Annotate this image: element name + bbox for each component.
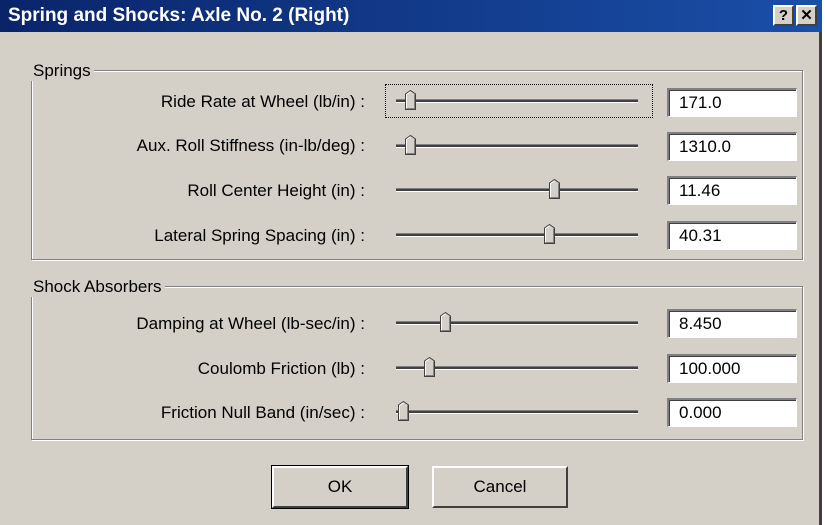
ride-rate-slider-thumb[interactable] (405, 90, 417, 110)
lateral-spring-spacing-slider[interactable] (396, 233, 638, 237)
aux-roll-stiffness-slider[interactable] (396, 144, 638, 148)
coulomb-friction-label: Coulomb Friction (lb) : (197, 359, 365, 378)
ride-rate-slider[interactable] (396, 99, 638, 103)
coulomb-friction-field[interactable]: 100.000 (667, 354, 797, 383)
friction-null-band-slider[interactable] (396, 410, 638, 414)
springs-group-title: Springs (30, 61, 94, 81)
damping-at-wheel-field[interactable]: 8.450 (667, 309, 797, 338)
window-title: Spring and Shocks: Axle No. 2 (Right) (8, 5, 350, 26)
lateral-spring-spacing-field[interactable]: 40.31 (667, 221, 797, 250)
roll-center-height-label: Roll Center Height (in) : (187, 181, 365, 200)
shock-absorbers-group-title: Shock Absorbers (30, 277, 165, 297)
help-button[interactable]: ? (773, 5, 794, 26)
friction-null-band-slider-thumb[interactable] (398, 401, 409, 421)
damping-at-wheel-label: Damping at Wheel (lb-sec/in) : (136, 314, 365, 333)
friction-null-band-field[interactable]: 0.000 (667, 398, 797, 427)
damping-at-wheel-slider-thumb[interactable] (440, 312, 452, 332)
roll-center-height-slider-thumb[interactable] (549, 179, 561, 199)
aux-roll-stiffness-label: Aux. Roll Stiffness (in-lb/deg) : (136, 136, 365, 155)
title-bar[interactable]: Spring and Shocks: Axle No. 2 (Right) ? … (0, 0, 822, 32)
ride-rate-label: Ride Rate at Wheel (lb/in) : (160, 92, 365, 111)
lateral-spring-spacing-slider-thumb[interactable] (544, 224, 556, 244)
ok-button[interactable]: OK (271, 465, 409, 509)
coulomb-friction-slider-thumb[interactable] (423, 357, 435, 377)
friction-null-band-label: Friction Null Band (in/sec) : (160, 403, 365, 422)
spring-shocks-dialog: Spring and Shocks: Axle No. 2 (Right) ? … (0, 0, 822, 525)
roll-center-height-slider[interactable] (396, 188, 638, 192)
roll-center-height-field[interactable]: 11.46 (667, 176, 797, 205)
close-button[interactable]: ✕ (796, 5, 817, 26)
aux-roll-stiffness-slider-thumb[interactable] (405, 135, 417, 155)
aux-roll-stiffness-field[interactable]: 1310.0 (667, 132, 797, 161)
lateral-spring-spacing-label: Lateral Spring Spacing (in) : (154, 226, 365, 245)
damping-at-wheel-slider[interactable] (396, 321, 638, 325)
ride-rate-field[interactable]: 171.0 (667, 88, 797, 117)
cancel-button[interactable]: Cancel (432, 466, 568, 508)
